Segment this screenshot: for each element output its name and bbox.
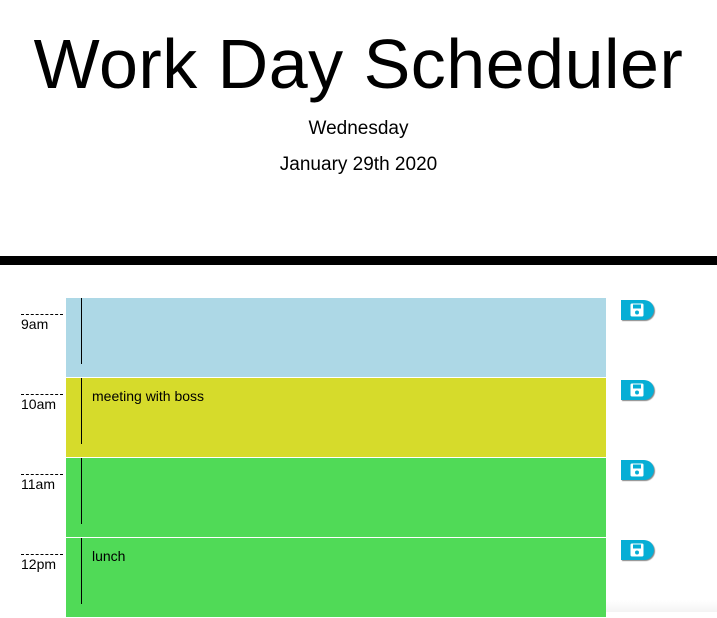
time-row-9am: 9am: [0, 298, 717, 378]
hour-label: 12pm: [21, 554, 63, 573]
block-divider: [81, 298, 82, 364]
header-divider: [0, 256, 717, 265]
floppy-disk-icon: [630, 463, 644, 477]
event-input[interactable]: lunch: [92, 548, 592, 604]
hour-label: 9am: [21, 314, 63, 333]
event-input[interactable]: meeting with boss: [92, 388, 592, 444]
time-block-future: lunch: [66, 538, 606, 618]
header: Work Day Scheduler Wednesday January 29t…: [0, 0, 717, 256]
save-button[interactable]: [621, 540, 654, 560]
time-block-past: [66, 298, 606, 378]
block-divider: [81, 458, 82, 524]
time-block-future: [66, 458, 606, 538]
page-title: Work Day Scheduler: [33, 25, 684, 103]
schedule: 9am 10am meeting with boss 11am 12pm lun…: [0, 298, 717, 618]
save-button[interactable]: [621, 380, 654, 400]
block-divider: [81, 378, 82, 444]
save-button[interactable]: [621, 460, 654, 480]
time-row-10am: 10am meeting with boss: [0, 378, 717, 458]
save-button[interactable]: [621, 300, 654, 320]
current-date: January 29th 2020: [279, 154, 438, 175]
event-input[interactable]: [92, 468, 592, 524]
block-divider: [81, 538, 82, 604]
floppy-disk-icon: [630, 543, 644, 557]
time-block-present: meeting with boss: [66, 378, 606, 458]
hour-label: 10am: [21, 394, 63, 413]
time-row-11am: 11am: [0, 458, 717, 538]
current-weekday: Wednesday: [308, 118, 409, 139]
floppy-disk-icon: [630, 383, 644, 397]
event-input[interactable]: [92, 308, 592, 364]
page-footer-edge: [606, 600, 717, 612]
floppy-disk-icon: [630, 303, 644, 317]
hour-label: 11am: [21, 474, 63, 493]
